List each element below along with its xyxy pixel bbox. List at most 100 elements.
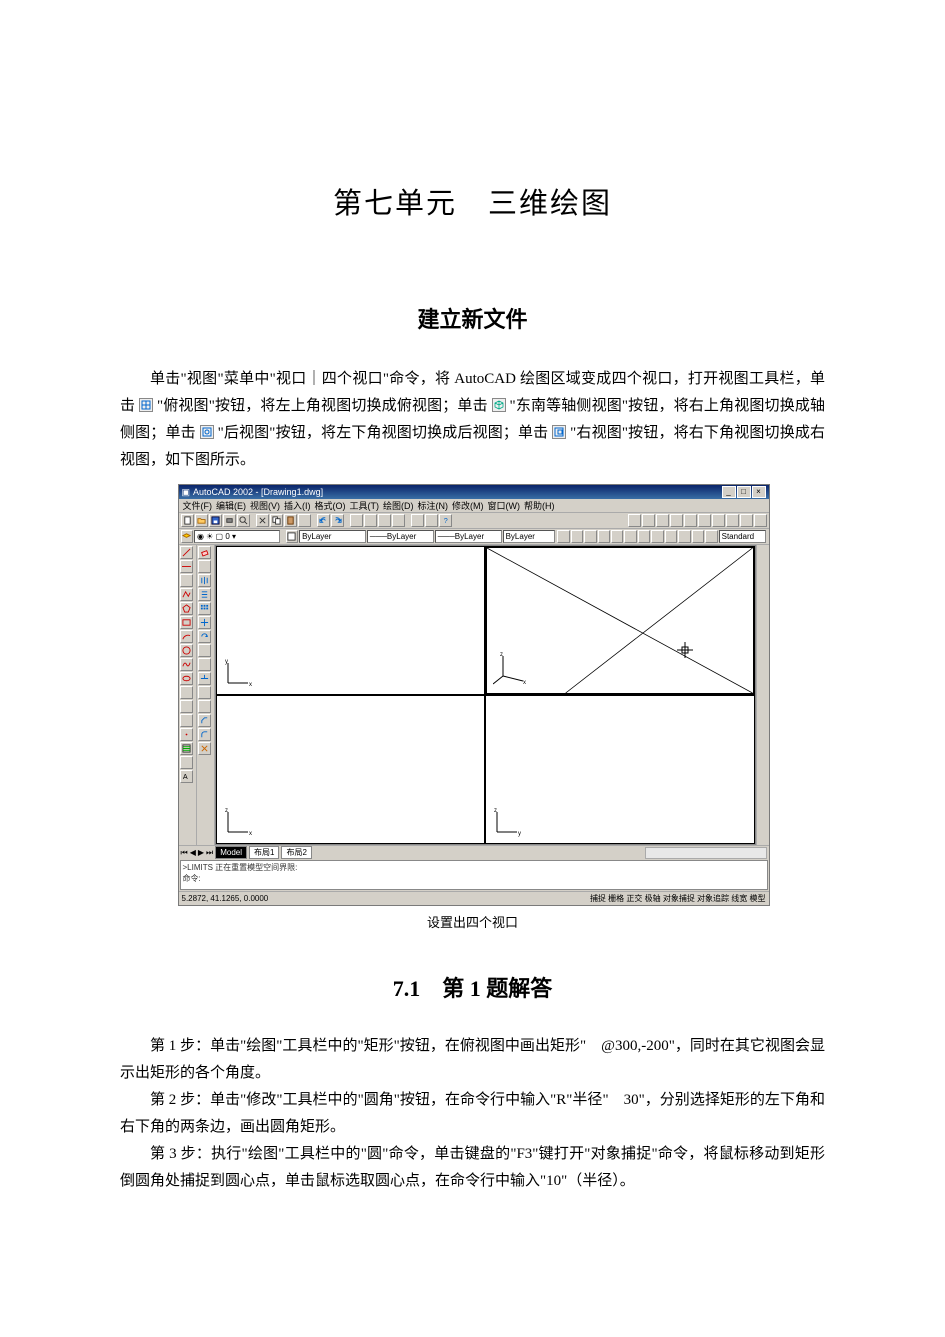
menu-insert[interactable]: 插入(I) [284,499,311,512]
spline-button[interactable] [180,658,193,671]
arc-button[interactable] [180,630,193,643]
menu-dim[interactable]: 标注(N) [418,499,449,512]
tab-arrow-first[interactable]: ⏮ [181,848,188,858]
menu-window[interactable]: 窗口(W) [488,499,521,512]
vertical-scrollbar[interactable] [756,545,769,845]
dim-continue-button[interactable] [638,530,650,543]
redo-button[interactable] [331,514,344,527]
lineweight-dropdown[interactable]: ─── ByLayer [435,530,502,543]
view-se-iso-button[interactable] [726,514,739,527]
circle-button[interactable] [180,644,193,657]
dim-tolerance-button[interactable] [665,530,677,543]
linetype-dropdown[interactable]: ─── ByLayer [367,530,434,543]
print-button[interactable] [223,514,236,527]
view-nw-iso-button[interactable] [754,514,767,527]
horizontal-scrollbar[interactable] [645,847,767,859]
status-toggle-buttons[interactable]: 捕捉 栅格 正交 极轴 对象捕捉 对象追踪 线宽 模型 [590,893,766,904]
tab-arrow-prev[interactable]: ◀ [190,848,196,857]
view-back-button[interactable] [698,514,711,527]
preview-button[interactable] [237,514,250,527]
dim-edit-button[interactable] [692,530,704,543]
plotstyle-dropdown[interactable]: ByLayer [503,530,556,543]
dim-linear-button[interactable] [557,530,569,543]
tab-arrow-next[interactable]: ▶ [198,848,204,857]
tab-layout2[interactable]: 布局2 [281,846,311,859]
erase-button[interactable] [198,546,211,559]
dim-center-button[interactable] [678,530,690,543]
fillet-button[interactable] [198,728,211,741]
view-top-button[interactable] [628,514,641,527]
view-ne-iso-button[interactable] [740,514,753,527]
chamfer-button[interactable] [198,714,211,727]
save-button[interactable] [209,514,222,527]
zoom-prev-button[interactable] [392,514,405,527]
hatch-button[interactable] [180,742,193,755]
tab-model[interactable]: Model [215,846,247,859]
xline-button[interactable] [180,560,193,573]
dimstyle-dropdown[interactable]: Standard [719,530,767,543]
menu-edit[interactable]: 编辑(E) [216,499,246,512]
dim-radius-button[interactable] [584,530,596,543]
paste-button[interactable] [284,514,297,527]
viewport-bottom-left[interactable]: x z [216,695,486,844]
drawing-area[interactable]: x y x z [215,545,756,845]
tab-arrow-last[interactable]: ⏭ [206,848,213,858]
menu-tools[interactable]: 工具(T) [350,499,380,512]
region-button[interactable] [180,756,193,769]
extend-button[interactable] [198,686,211,699]
polygon-button[interactable] [180,602,193,615]
layer-manager-button[interactable] [181,530,193,543]
color-dropdown[interactable]: ByLayer [299,530,366,543]
menu-modify[interactable]: 修改(M) [452,499,484,512]
rotate-button[interactable] [198,630,211,643]
cut-button[interactable] [256,514,269,527]
text-button[interactable]: A [180,770,193,783]
menu-draw[interactable]: 绘图(D) [383,499,414,512]
insert-button[interactable] [180,700,193,713]
viewport-top-right[interactable]: x z [485,546,755,695]
copy-button[interactable] [270,514,283,527]
maximize-button[interactable]: □ [737,486,751,498]
point-button[interactable] [180,728,193,741]
mirror-button[interactable] [198,574,211,587]
layer-dropdown[interactable]: ◉ ☀ ▢ 0 ▾ [194,530,280,543]
help-button[interactable]: ? [439,514,452,527]
rectangle-button[interactable] [180,616,193,629]
copy-obj-button[interactable] [198,560,211,573]
view-bottom-button[interactable] [642,514,655,527]
mline-button[interactable] [180,574,193,587]
explode-button[interactable] [198,742,211,755]
view-left-button[interactable] [656,514,669,527]
array-button[interactable] [198,602,211,615]
dim-diameter-button[interactable] [598,530,610,543]
minimize-button[interactable]: _ [722,486,736,498]
color-button[interactable] [286,530,298,543]
dim-style-button[interactable] [705,530,717,543]
break-button[interactable] [198,700,211,713]
new-button[interactable] [181,514,194,527]
open-button[interactable] [195,514,208,527]
viewport-bottom-right[interactable]: y z [485,695,755,844]
ellipse-button[interactable] [180,672,193,685]
menu-format[interactable]: 格式(O) [315,499,346,512]
command-window[interactable]: >LIMITS 正在重置模型空间界限: 命令: [180,860,768,890]
line-button[interactable] [180,546,193,559]
pline-button[interactable] [180,588,193,601]
match-button[interactable] [298,514,311,527]
pan-button[interactable] [350,514,363,527]
menu-help[interactable]: 帮助(H) [524,499,555,512]
zoom-window-button[interactable] [378,514,391,527]
dim-aligned-button[interactable] [571,530,583,543]
properties-button[interactable] [411,514,424,527]
dim-angular-button[interactable] [611,530,623,543]
close-button[interactable]: × [752,486,766,498]
menu-view[interactable]: 视图(V) [250,499,280,512]
block-button[interactable] [180,714,193,727]
viewport-top-left[interactable]: x y [216,546,486,695]
zoom-button[interactable] [364,514,377,527]
tab-layout1[interactable]: 布局1 [249,846,279,859]
dcenter-button[interactable] [425,514,438,527]
dim-leader-button[interactable] [651,530,663,543]
trim-button[interactable] [198,672,211,685]
undo-button[interactable] [317,514,330,527]
